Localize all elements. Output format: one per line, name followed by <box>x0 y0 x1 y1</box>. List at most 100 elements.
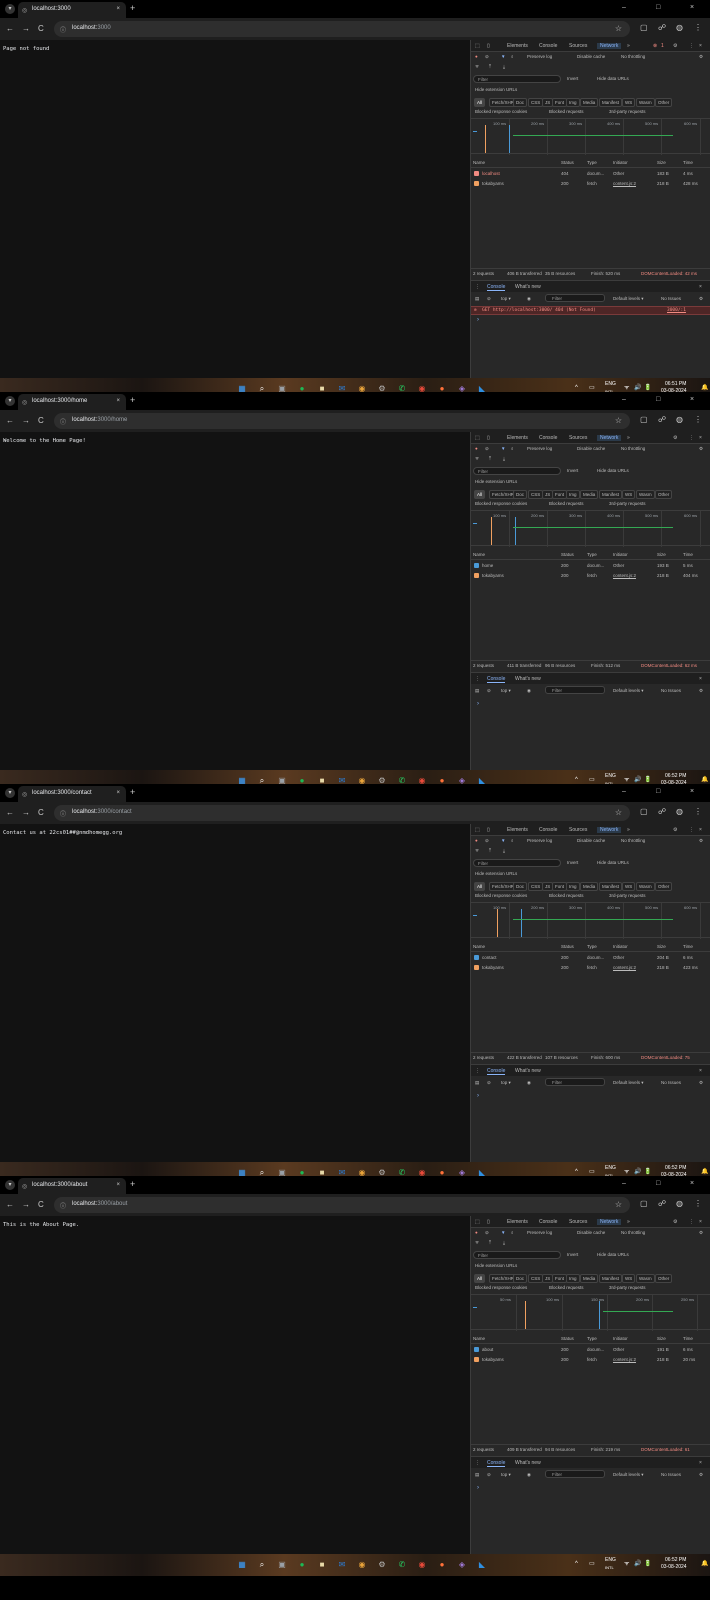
browser-tab[interactable]: ◎ localhost:3000/home × <box>18 394 126 410</box>
console-prompt[interactable]: › <box>477 317 479 323</box>
blocked-requests-checkbox[interactable]: Blocked requests <box>549 109 584 114</box>
notification-bell-icon[interactable]: 🔔 <box>701 777 708 784</box>
bookmark-star-icon[interactable]: ☆ <box>615 24 622 33</box>
request-row[interactable]: home 200 docum... Other 193 B 5 ms <box>471 561 710 571</box>
drawer-menu-icon[interactable]: ⋮ <box>475 284 480 290</box>
export-har-icon[interactable]: ⤓ <box>503 64 505 69</box>
type-chip-7[interactable]: Media <box>580 490 599 499</box>
request-row[interactable]: tokabyams 200 fetch content.js:2 218 B 423 ms <box>471 963 710 973</box>
forward-button[interactable]: → <box>22 808 30 817</box>
display-icon[interactable]: ▭ <box>589 777 595 784</box>
site-info-icon[interactable]: ⓘ <box>60 809 66 818</box>
devtools-close-icon[interactable]: × <box>699 43 702 49</box>
close-tab-icon[interactable]: × <box>116 790 120 796</box>
request-row[interactable]: contact 200 docum... Other 204 B 6 ms <box>471 953 710 963</box>
close-tab-icon[interactable]: × <box>116 1182 120 1188</box>
invert-checkbox[interactable]: Invert <box>567 468 578 473</box>
devtools-tab-3[interactable]: Network <box>597 43 622 49</box>
third-party-checkbox[interactable]: 3rd-party requests <box>609 1285 646 1290</box>
tray-overflow-icon[interactable]: ^ <box>575 385 578 392</box>
type-chip-11[interactable]: Other <box>655 1274 673 1283</box>
devtools-tab-0[interactable]: Elements <box>507 435 528 441</box>
devtools-tab-1[interactable]: Console <box>539 1219 557 1225</box>
filter-icon[interactable]: ▼ <box>501 838 505 843</box>
console-prompt[interactable]: › <box>477 701 479 707</box>
network-filter-input[interactable]: Filter <box>473 859 561 867</box>
type-chip-10[interactable]: Wasm <box>636 490 655 499</box>
request-row[interactable]: tokabyams 200 fetch content.js:2 218 B 20 ms <box>471 1355 710 1365</box>
console-clear-icon[interactable]: ⊘ <box>487 296 491 302</box>
column-type[interactable]: Type <box>587 160 597 165</box>
record-icon[interactable]: ● <box>475 446 478 451</box>
tab-search-button[interactable]: ▾ <box>5 4 15 14</box>
console-settings-icon[interactable]: ⚙ <box>699 1472 703 1478</box>
type-chip-0[interactable]: All <box>474 882 486 891</box>
devtools-tab-4[interactable]: » <box>627 827 630 833</box>
device-toggle-icon[interactable]: ▯ <box>487 435 490 441</box>
context-select[interactable]: top ▾ <box>501 1080 511 1086</box>
notification-bell-icon[interactable]: 🔔 <box>701 1561 708 1568</box>
notification-bell-icon[interactable]: 🔔 <box>701 385 708 392</box>
tab-search-button[interactable]: ▾ <box>5 1180 15 1190</box>
devtools-tab-4[interactable]: » <box>627 435 630 441</box>
inspect-element-icon[interactable]: ⬚ <box>475 827 480 833</box>
search-icon[interactable]: ⌕ <box>511 838 514 843</box>
console-filter-input[interactable]: Filter <box>545 294 605 302</box>
console-filter-input[interactable]: Filter <box>545 1470 605 1478</box>
bookmark-star-icon[interactable]: ☆ <box>615 1200 622 1209</box>
type-chip-9[interactable]: WS <box>622 1274 636 1283</box>
column-initiator[interactable]: Initiator <box>613 944 628 949</box>
settings-icon[interactable]: ⚙ <box>376 1559 388 1571</box>
extensions-icon[interactable]: ▢ <box>640 415 648 424</box>
live-expression-icon[interactable]: ◉ <box>527 1472 531 1478</box>
network-settings-icon[interactable]: ⚙ <box>699 838 703 844</box>
console-settings-icon[interactable]: ⚙ <box>699 1080 703 1086</box>
column-type[interactable]: Type <box>587 944 597 949</box>
blocked-cookies-checkbox[interactable]: Blocked response cookies <box>475 109 527 114</box>
inspect-element-icon[interactable]: ⬚ <box>475 43 480 49</box>
filter-icon[interactable]: ▼ <box>501 446 505 451</box>
hide-data-urls-checkbox[interactable]: Hide data URLs <box>597 76 629 81</box>
hide-extension-urls-checkbox[interactable]: Hide extension URLs <box>475 1263 517 1268</box>
devtools-tab-0[interactable]: Elements <box>507 43 528 49</box>
devtools-close-icon[interactable]: × <box>699 1219 702 1225</box>
reload-button[interactable]: C <box>38 808 44 817</box>
menu-kebab-icon[interactable]: ⋮ <box>694 807 702 816</box>
invert-checkbox[interactable]: Invert <box>567 76 578 81</box>
column-size[interactable]: Size <box>657 552 666 557</box>
tray-overflow-icon[interactable]: ^ <box>575 1561 578 1568</box>
record-icon[interactable]: ● <box>475 838 478 843</box>
minimize-button[interactable]: – <box>622 788 626 795</box>
preserve-log-checkbox[interactable]: Preserve log <box>527 54 552 59</box>
new-tab-button[interactable]: + <box>130 3 135 13</box>
restore-button[interactable]: □ <box>656 4 660 11</box>
column-name[interactable]: Name <box>473 552 485 557</box>
column-name[interactable]: Name <box>473 944 485 949</box>
drawer-tab-whats-new[interactable]: What's new <box>515 1460 541 1466</box>
blocked-cookies-checkbox[interactable]: Blocked response cookies <box>475 501 527 506</box>
vscode-icon[interactable]: ◣ <box>476 1559 488 1571</box>
devtools-more-icon[interactable]: ⋮ <box>689 43 694 49</box>
hide-extension-urls-checkbox[interactable]: Hide extension URLs <box>475 87 517 92</box>
clear-icon[interactable]: ⊘ <box>485 838 489 844</box>
battery-icon[interactable]: 🔋 <box>644 385 651 392</box>
site-info-icon[interactable]: ⓘ <box>60 417 66 426</box>
column-type[interactable]: Type <box>587 1336 597 1341</box>
type-chip-8[interactable]: Manifest <box>599 490 623 499</box>
network-conditions-icon[interactable]: ᯤ <box>475 64 479 70</box>
type-chip-3[interactable]: CSS <box>528 1274 544 1283</box>
type-chip-6[interactable]: Img <box>566 490 580 499</box>
filter-icon[interactable]: ▼ <box>501 1230 505 1235</box>
export-har-icon[interactable]: ⤓ <box>503 1240 505 1245</box>
context-select[interactable]: top ▾ <box>501 688 511 694</box>
throttling-select[interactable]: No throttling <box>621 1230 645 1235</box>
profile-sync-icon[interactable]: ☍ <box>658 807 666 816</box>
type-chip-11[interactable]: Other <box>655 882 673 891</box>
network-conditions-icon[interactable]: ᯤ <box>475 1240 479 1246</box>
volume-icon[interactable]: 🔊 <box>634 1169 641 1176</box>
menu-kebab-icon[interactable]: ⋮ <box>694 23 702 32</box>
back-button[interactable]: ← <box>6 24 14 33</box>
blocked-cookies-checkbox[interactable]: Blocked response cookies <box>475 1285 527 1290</box>
devtools-more-icon[interactable]: ⋮ <box>689 1219 694 1225</box>
type-chip-6[interactable]: Img <box>566 882 580 891</box>
